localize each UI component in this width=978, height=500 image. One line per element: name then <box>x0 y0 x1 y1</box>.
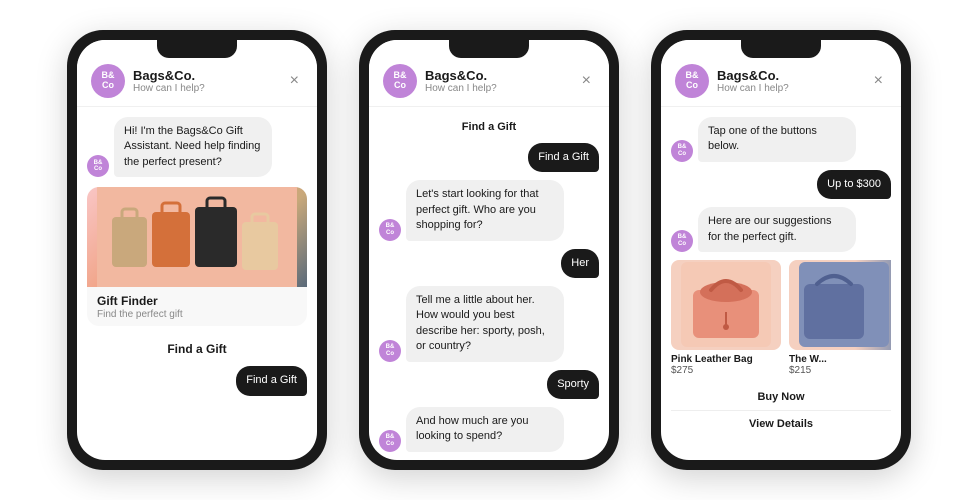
product-name-pink: Pink Leather Bag <box>671 354 781 365</box>
gift-card-info: Gift Finder Find the perfect gift <box>87 287 307 326</box>
phone-inner-3: B&Co Bags&Co. How can I help? × B&Co Tap… <box>661 40 901 460</box>
bubble-find-gift[interactable]: Find a Gift <box>528 143 599 172</box>
header-subtitle-2: How can I help? <box>425 83 578 94</box>
brand-name-3: Bags&Co. <box>717 68 870 83</box>
msg-row-bot-tap3: B&Co Tap one of the buttons below. <box>671 117 891 162</box>
phone-notch-3 <box>741 40 821 58</box>
center-label-find-gift: Find a Gift <box>379 121 599 133</box>
pink-bag-svg <box>681 262 771 347</box>
phone-notch-1 <box>157 40 237 58</box>
msg-row-bot-suggestions: B&Co Here are our suggestions for the pe… <box>671 207 891 252</box>
msg-row-user-300: Up to $300 <box>671 170 891 199</box>
chat-body-3: B&Co Tap one of the buttons below. Up to… <box>661 107 901 460</box>
msg-row-bot-1: B&Co Hi! I'm the Bags&Co Gift Assistant.… <box>87 117 307 177</box>
brand-logo-2: B&Co <box>383 64 417 98</box>
msg-row-user-find-gift: Find a Gift <box>379 143 599 172</box>
gift-card-subtitle: Find the perfect gift <box>97 309 297 320</box>
close-btn-3[interactable]: × <box>870 70 887 92</box>
msg-row-user-1: Find a Gift <box>87 366 307 395</box>
product-action-buttons: Buy Now View Details <box>671 388 891 433</box>
bot-avatar-2a: B&Co <box>379 219 401 241</box>
phone-3: B&Co Bags&Co. How can I help? × B&Co Tap… <box>651 30 911 470</box>
bot-avatar-2b: B&Co <box>379 340 401 362</box>
product-image-blue <box>789 260 891 350</box>
phone-notch-2 <box>449 40 529 58</box>
msg-row-bot-who: B&Co Let's start looking for that perfec… <box>379 180 599 240</box>
phone-1: B&Co Bags&Co. How can I help? × B&Co Hi!… <box>67 30 327 470</box>
phone-inner-2: B&Co Bags&Co. How can I help? × Find a G… <box>369 40 609 460</box>
brand-name-1: Bags&Co. <box>133 68 286 83</box>
bubble-bot-tap3: Tap one of the buttons below. <box>698 117 856 162</box>
bubble-bot-who: Let's start looking for that perfect gif… <box>406 180 564 240</box>
brand-logo-1: B&Co <box>91 64 125 98</box>
bubble-bot-spend: And how much are you looking to spend? <box>406 407 564 452</box>
product-price-blue: $215 <box>789 365 891 376</box>
bubble-bot-describe: Tell me a little about her. How would yo… <box>406 286 564 362</box>
phones-container: B&Co Bags&Co. How can I help? × B&Co Hi!… <box>47 10 931 490</box>
action-divider <box>671 410 891 411</box>
header-text-3: Bags&Co. How can I help? <box>717 68 870 94</box>
product-cards-row: Pink Leather Bag $275 <box>671 260 891 376</box>
brand-logo-3: B&Co <box>675 64 709 98</box>
bubble-her[interactable]: Her <box>561 249 599 278</box>
header-text-1: Bags&Co. How can I help? <box>133 68 286 94</box>
phone-2: B&Co Bags&Co. How can I help? × Find a G… <box>359 30 619 470</box>
product-name-blue: The W... <box>789 354 891 365</box>
header-text-2: Bags&Co. How can I help? <box>425 68 578 94</box>
gift-finder-card: Gift Finder Find the perfect gift <box>87 187 307 326</box>
msg-row-bot-describe: B&Co Tell me a little about her. How wou… <box>379 286 599 362</box>
view-details-btn[interactable]: View Details <box>671 415 891 433</box>
product-price-pink: $275 <box>671 365 781 376</box>
header-subtitle-3: How can I help? <box>717 83 870 94</box>
bubble-suggestions: Here are our suggestions for the perfect… <box>698 207 856 252</box>
close-btn-1[interactable]: × <box>286 70 303 92</box>
header-subtitle-1: How can I help? <box>133 83 286 94</box>
msg-row-user-her: Her <box>379 249 599 278</box>
bot-avatar-2c: B&Co <box>379 430 401 452</box>
product-card-pink: Pink Leather Bag $275 <box>671 260 781 376</box>
bot-avatar-1: B&Co <box>87 155 109 177</box>
bot-avatar-3a: B&Co <box>671 140 693 162</box>
close-btn-2[interactable]: × <box>578 70 595 92</box>
bags-svg <box>97 187 297 287</box>
chat-body-2: Find a Gift Find a Gift B&Co Let's start… <box>369 107 609 460</box>
bubble-user-1[interactable]: Find a Gift <box>236 366 307 395</box>
msg-row-bot-spend: B&Co And how much are you looking to spe… <box>379 407 599 452</box>
chat-body-1: B&Co Hi! I'm the Bags&Co Gift Assistant.… <box>77 107 317 460</box>
brand-name-2: Bags&Co. <box>425 68 578 83</box>
phone-inner-1: B&Co Bags&Co. How can I help? × B&Co Hi!… <box>77 40 317 460</box>
bubble-sporty[interactable]: Sporty <box>547 370 599 399</box>
gift-card-image <box>87 187 307 287</box>
bubble-bot-1: Hi! I'm the Bags&Co Gift Assistant. Need… <box>114 117 272 177</box>
product-image-pink <box>671 260 781 350</box>
product-card-blue: The W... $215 <box>789 260 891 376</box>
blue-bag-svg <box>799 262 889 347</box>
msg-row-user-sporty: Sporty <box>379 370 599 399</box>
gift-card-title: Gift Finder <box>97 294 297 308</box>
gift-cta-label: Find a Gift <box>87 336 307 358</box>
bot-avatar-3b: B&Co <box>671 230 693 252</box>
buy-now-btn[interactable]: Buy Now <box>671 388 891 406</box>
bubble-300[interactable]: Up to $300 <box>817 170 891 199</box>
